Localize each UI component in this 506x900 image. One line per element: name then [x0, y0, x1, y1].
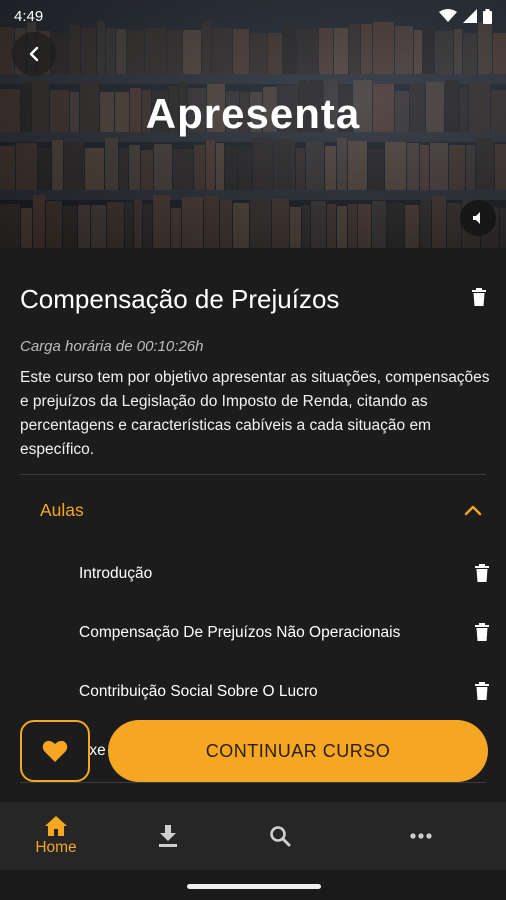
home-icon	[45, 816, 67, 836]
bottom-navigation: Home	[0, 802, 506, 870]
heart-icon	[42, 740, 68, 762]
hero-title: Apresenta	[145, 90, 361, 137]
favorite-button[interactable]	[20, 720, 90, 782]
sound-button[interactable]	[460, 200, 496, 236]
status-bar: 4:49	[0, 0, 506, 32]
lessons-label: Aulas	[40, 499, 84, 520]
delete-course-button[interactable]	[472, 288, 486, 311]
delete-lesson-button[interactable]	[475, 682, 489, 705]
lesson-item[interactable]: Compensação De Prejuízos Não Operacionai…	[79, 613, 489, 653]
course-details: Compensação de Prejuízos Carga horária d…	[0, 248, 506, 802]
nav-home-label: Home	[35, 839, 77, 856]
gesture-bar[interactable]	[187, 884, 321, 889]
divider	[20, 782, 486, 783]
lesson-item[interactable]: Contribuição Social Sobre O Lucro	[79, 672, 489, 712]
chevron-left-icon	[29, 46, 39, 62]
trash-icon	[475, 623, 489, 641]
more-icon	[410, 833, 432, 839]
signal-icon	[463, 9, 477, 23]
lesson-label: Contribuição Social Sobre O Lucro	[79, 683, 318, 700]
trash-icon	[475, 564, 489, 582]
nav-more[interactable]	[336, 802, 506, 870]
trash-icon	[475, 682, 489, 700]
status-time: 4:49	[14, 7, 44, 25]
search-icon	[270, 826, 291, 847]
nav-search[interactable]	[224, 802, 336, 870]
gesture-area	[0, 870, 506, 900]
continue-course-button[interactable]: CONTINUAR CURSO	[108, 720, 488, 782]
wifi-icon	[439, 9, 457, 22]
nav-home[interactable]: Home	[0, 802, 112, 870]
course-description: Este curso tem por objetivo apresentar a…	[20, 369, 490, 458]
back-button[interactable]	[12, 32, 56, 76]
course-title: Compensação de Prejuízos	[20, 284, 340, 314]
trash-icon	[472, 288, 486, 306]
divider	[20, 474, 486, 475]
nav-downloads[interactable]	[112, 802, 224, 870]
continue-course-label: CONTINUAR CURSO	[205, 740, 391, 761]
lesson-label: Compensação De Prejuízos Não Operacionai…	[79, 624, 401, 641]
delete-lesson-button[interactable]	[475, 623, 489, 646]
lesson-label: Introdução	[79, 565, 153, 582]
lesson-item[interactable]: Introdução	[79, 554, 489, 594]
lessons-accordion-header[interactable]: Aulas	[20, 488, 486, 532]
download-icon	[159, 825, 177, 847]
chevron-up-icon	[464, 505, 482, 516]
course-workload: Carga horária de 00:10:26h	[20, 338, 204, 355]
delete-lesson-button[interactable]	[475, 564, 489, 587]
volume-icon	[473, 212, 480, 224]
battery-icon	[483, 8, 492, 24]
